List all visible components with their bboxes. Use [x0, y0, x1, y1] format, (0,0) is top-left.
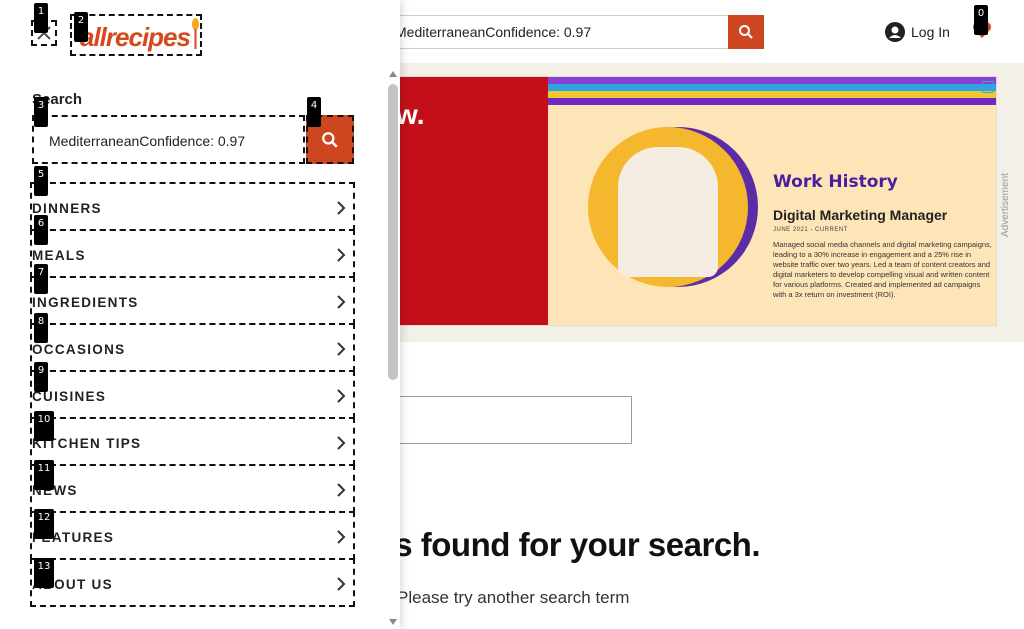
menu-item-label: OCCASIONS	[32, 342, 126, 357]
search-icon	[322, 131, 338, 148]
chevron-right-icon	[337, 342, 346, 356]
header-search-button[interactable]	[728, 15, 764, 49]
menu-item-news[interactable]: NEWS	[30, 464, 355, 513]
marker-9: 9	[34, 362, 48, 392]
marker-12: 12	[34, 509, 54, 539]
chevron-right-icon	[337, 436, 346, 450]
ad-card-role: Digital Marketing Manager	[773, 207, 948, 223]
account-icon	[885, 22, 905, 42]
marker-2: 2	[74, 12, 88, 42]
site-logo[interactable]: allrecipes	[70, 14, 202, 56]
ad-right-panel: Work History Digital Marketing Manager J…	[548, 77, 996, 325]
ad-person	[618, 147, 718, 277]
chevron-right-icon	[337, 483, 346, 497]
marker-11: 11	[34, 460, 54, 490]
ad-card-title: Work History	[773, 172, 898, 192]
menu-item-about-us[interactable]: ABOUT US	[30, 558, 355, 607]
marker-1: 1	[34, 3, 48, 33]
menu-item-ingredients[interactable]: INGREDIENTS	[30, 276, 355, 325]
ad-card-date: JUNE 2021 - CURRENT	[773, 227, 848, 233]
scroll-down-arrow-icon[interactable]	[388, 618, 398, 626]
menu-item-label: INGREDIENTS	[32, 295, 139, 310]
scroll-thumb[interactable]	[388, 84, 398, 380]
menu-item-label: MEALS	[32, 248, 86, 263]
chevron-right-icon	[337, 577, 346, 591]
menu-item-meals[interactable]: MEALS	[30, 229, 355, 278]
marker-5: 5	[34, 166, 48, 196]
login-label: Log In	[911, 24, 950, 40]
logo-text: allrecipes	[80, 22, 191, 52]
ad-left-panel: w.	[386, 77, 548, 325]
menu-item-dinners[interactable]: DINNERS	[30, 182, 355, 231]
menu-item-kitchen-tips[interactable]: KITCHEN TIPS	[30, 417, 355, 466]
ad-stripes	[548, 77, 996, 105]
ad-card-body: Managed social media channels and digita…	[773, 240, 992, 299]
menu-item-cuisines[interactable]: CUISINES	[30, 370, 355, 419]
ad-banner[interactable]: w. Work History Digital Marketing Manage…	[385, 76, 997, 326]
login-link[interactable]: Log In	[885, 21, 950, 43]
menu-item-features[interactable]: FEATURES	[30, 511, 355, 560]
marker-6: 6	[34, 215, 48, 245]
nav-drawer: allrecipes Search MediterraneanConfidenc…	[0, 0, 400, 629]
search-icon	[739, 25, 753, 39]
menu-item-label: DINNERS	[32, 201, 102, 216]
chevron-right-icon	[337, 389, 346, 403]
ad-headline: w.	[396, 99, 425, 130]
chevron-right-icon	[337, 248, 346, 262]
marker-0: 0	[974, 5, 988, 35]
spoon-icon	[192, 18, 199, 49]
marker-8: 8	[34, 313, 48, 343]
marker-4: 4	[307, 97, 321, 127]
marker-7: 7	[34, 264, 48, 294]
chevron-right-icon	[337, 530, 346, 544]
drawer-scrollbar[interactable]	[386, 70, 400, 629]
ad-choices-icon[interactable]	[982, 81, 994, 93]
marker-3: 3	[34, 97, 48, 127]
chevron-right-icon	[337, 295, 346, 309]
marker-10: 10	[34, 411, 54, 441]
no-results-hint: Please try another search term	[397, 588, 630, 607]
marker-13: 13	[34, 558, 54, 588]
advertisement-label: Advertisement	[1000, 173, 1011, 237]
drawer-search-input[interactable]: MediterraneanConfidence: 0.97	[32, 115, 305, 164]
menu-item-occasions[interactable]: OCCASIONS	[30, 323, 355, 372]
chevron-right-icon	[337, 201, 346, 215]
drawer-menu: DINNERS MEALS INGREDIENTS OCCASIONS CUIS…	[30, 182, 355, 607]
scroll-up-arrow-icon[interactable]	[388, 70, 398, 78]
